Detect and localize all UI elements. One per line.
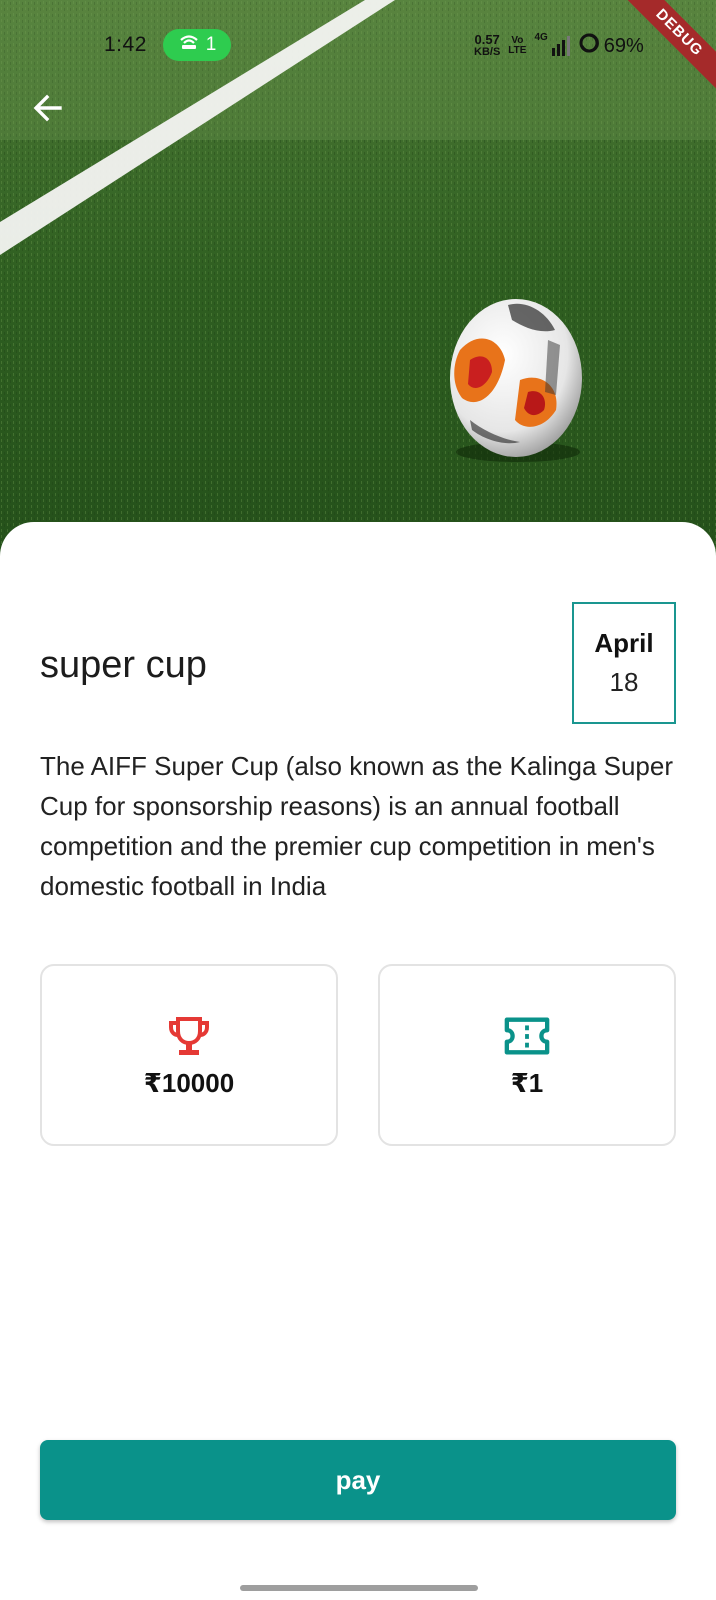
- pay-button[interactable]: pay: [40, 1440, 676, 1520]
- network-speed: 0.57 KB/S: [474, 32, 501, 58]
- ticket-icon: [503, 1012, 551, 1060]
- event-date-month: April: [594, 628, 654, 658]
- trophy-icon: [165, 1012, 213, 1060]
- battery-indicator: 69%: [578, 32, 644, 60]
- hotspot-icon: [178, 33, 200, 57]
- home-indicator[interactable]: [240, 1585, 478, 1591]
- status-time: 1:42: [104, 33, 147, 56]
- status-bar: 1:42 1 0.57 KB/S Vo LTE 4G 69%: [0, 0, 716, 92]
- battery-icon: [578, 32, 600, 60]
- hotspot-count: 1: [205, 34, 217, 55]
- entry-fee-amount: ₹1: [510, 1067, 544, 1098]
- event-description: The AIFF Super Cup (also known as the Ka…: [40, 751, 674, 901]
- back-button[interactable]: [26, 88, 70, 132]
- battery-percent: 69%: [603, 34, 644, 57]
- network-type: 4G: [534, 32, 548, 43]
- event-title: super cup: [40, 644, 207, 686]
- hotspot-indicator: 1: [163, 29, 231, 61]
- volte-indicator: Vo LTE: [508, 35, 527, 56]
- entry-fee-card: ₹1: [378, 964, 676, 1146]
- event-date-day: 18: [609, 667, 639, 697]
- prize-card: ₹10000: [40, 964, 338, 1146]
- arrow-left-icon: [30, 90, 66, 131]
- event-details-sheet: super cup April 18 The AIFF Super Cup (a…: [0, 522, 716, 1600]
- signal-icon: [551, 36, 570, 56]
- prize-amount: ₹10000: [143, 1067, 235, 1098]
- event-date-box: April 18: [572, 602, 676, 724]
